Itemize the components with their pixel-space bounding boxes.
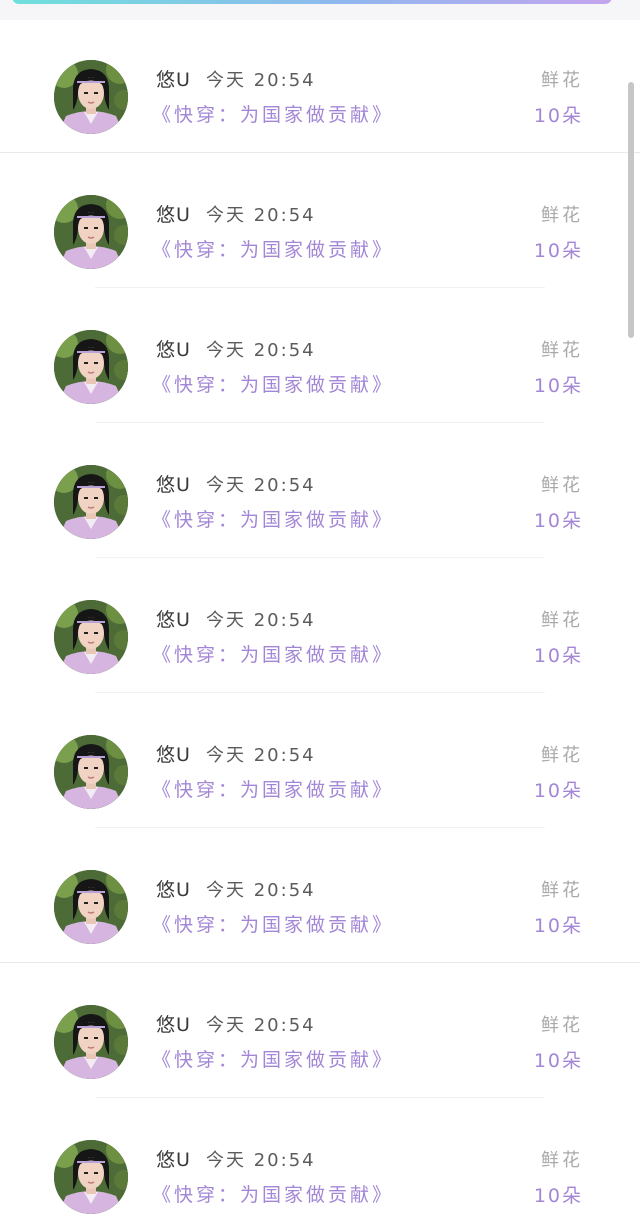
gift-record-list[interactable]: 悠U 今天 20:54 《快穿：为国家做贡献》 鲜花 10朵 悠U 今天 20:…: [0, 18, 640, 1232]
gift-amount: 10朵: [533, 240, 583, 262]
top-gradient-bar: [12, 0, 612, 4]
gift-time: 今天 20:54: [206, 745, 316, 766]
user-avatar[interactable]: [54, 735, 128, 809]
book-title-link[interactable]: 《快穿：为国家做贡献》: [152, 640, 394, 667]
gift-amount: 10朵: [533, 375, 583, 397]
list-item[interactable]: 悠U 今天 20:54 《快穿：为国家做贡献》 鲜花 10朵: [0, 153, 640, 288]
user-name: 悠U: [156, 474, 191, 496]
user-avatar[interactable]: [54, 465, 128, 539]
list-item[interactable]: 悠U 今天 20:54 《快穿：为国家做贡献》 鲜花 10朵: [0, 828, 640, 963]
top-strip: [0, 0, 640, 20]
book-title-link[interactable]: 《快穿：为国家做贡献》: [152, 100, 394, 127]
user-avatar[interactable]: [54, 600, 128, 674]
gift-time: 今天 20:54: [206, 880, 316, 901]
gift-records-screen: 悠U 今天 20:54 《快穿：为国家做贡献》 鲜花 10朵 悠U 今天 20:…: [0, 0, 640, 1232]
portrait-illustration: [54, 195, 128, 269]
gift-time: 今天 20:54: [206, 205, 316, 226]
scrollbar-thumb[interactable]: [628, 82, 634, 338]
list-item[interactable]: 悠U 今天 20:54 《快穿：为国家做贡献》 鲜花 10朵: [0, 558, 640, 693]
user-name: 悠U: [156, 204, 191, 226]
list-item[interactable]: 悠U 今天 20:54 《快穿：为国家做贡献》 鲜花 10朵: [0, 1098, 640, 1232]
user-avatar[interactable]: [54, 870, 128, 944]
portrait-illustration: [54, 1140, 128, 1214]
user-avatar[interactable]: [54, 195, 128, 269]
gift-type-label: 鲜花: [541, 880, 583, 901]
book-title-link[interactable]: 《快穿：为国家做贡献》: [152, 235, 394, 262]
user-name: 悠U: [156, 339, 191, 361]
portrait-illustration: [54, 870, 128, 944]
portrait-illustration: [54, 465, 128, 539]
gift-time: 今天 20:54: [206, 1015, 316, 1036]
user-name: 悠U: [156, 1149, 191, 1171]
user-avatar[interactable]: [54, 330, 128, 404]
list-item[interactable]: 悠U 今天 20:54 《快穿：为国家做贡献》 鲜花 10朵: [0, 693, 640, 828]
gift-amount: 10朵: [533, 645, 583, 667]
gift-time: 今天 20:54: [206, 70, 316, 91]
gift-time: 今天 20:54: [206, 610, 316, 631]
book-title-link[interactable]: 《快穿：为国家做贡献》: [152, 1180, 394, 1207]
gift-type-label: 鲜花: [541, 475, 583, 496]
gift-time: 今天 20:54: [206, 1150, 316, 1171]
list-item[interactable]: 悠U 今天 20:54 《快穿：为国家做贡献》 鲜花 10朵: [0, 18, 640, 153]
gift-type-label: 鲜花: [541, 745, 583, 766]
portrait-illustration: [54, 330, 128, 404]
gift-type-label: 鲜花: [541, 70, 583, 91]
portrait-illustration: [54, 60, 128, 134]
gift-time: 今天 20:54: [206, 475, 316, 496]
gift-type-label: 鲜花: [541, 610, 583, 631]
list-item[interactable]: 悠U 今天 20:54 《快穿：为国家做贡献》 鲜花 10朵: [0, 963, 640, 1098]
book-title-link[interactable]: 《快穿：为国家做贡献》: [152, 505, 394, 532]
gift-type-label: 鲜花: [541, 340, 583, 361]
gift-type-label: 鲜花: [541, 1150, 583, 1171]
user-name: 悠U: [156, 744, 191, 766]
list-item[interactable]: 悠U 今天 20:54 《快穿：为国家做贡献》 鲜花 10朵: [0, 423, 640, 558]
book-title-link[interactable]: 《快穿：为国家做贡献》: [152, 370, 394, 397]
gift-amount: 10朵: [533, 510, 583, 532]
gift-type-label: 鲜花: [541, 205, 583, 226]
book-title-link[interactable]: 《快穿：为国家做贡献》: [152, 1045, 394, 1072]
user-name: 悠U: [156, 879, 191, 901]
gift-amount: 10朵: [533, 105, 583, 127]
gift-type-label: 鲜花: [541, 1015, 583, 1036]
gift-amount: 10朵: [533, 1050, 583, 1072]
portrait-illustration: [54, 600, 128, 674]
user-name: 悠U: [156, 69, 191, 91]
portrait-illustration: [54, 1005, 128, 1079]
user-name: 悠U: [156, 1014, 191, 1036]
portrait-illustration: [54, 735, 128, 809]
gift-amount: 10朵: [533, 915, 583, 937]
list-item[interactable]: 悠U 今天 20:54 《快穿：为国家做贡献》 鲜花 10朵: [0, 288, 640, 423]
gift-time: 今天 20:54: [206, 340, 316, 361]
book-title-link[interactable]: 《快穿：为国家做贡献》: [152, 775, 394, 802]
gift-amount: 10朵: [533, 780, 583, 802]
gift-amount: 10朵: [533, 1185, 583, 1207]
book-title-link[interactable]: 《快穿：为国家做贡献》: [152, 910, 394, 937]
user-name: 悠U: [156, 609, 191, 631]
user-avatar[interactable]: [54, 1140, 128, 1214]
user-avatar[interactable]: [54, 60, 128, 134]
user-avatar[interactable]: [54, 1005, 128, 1079]
